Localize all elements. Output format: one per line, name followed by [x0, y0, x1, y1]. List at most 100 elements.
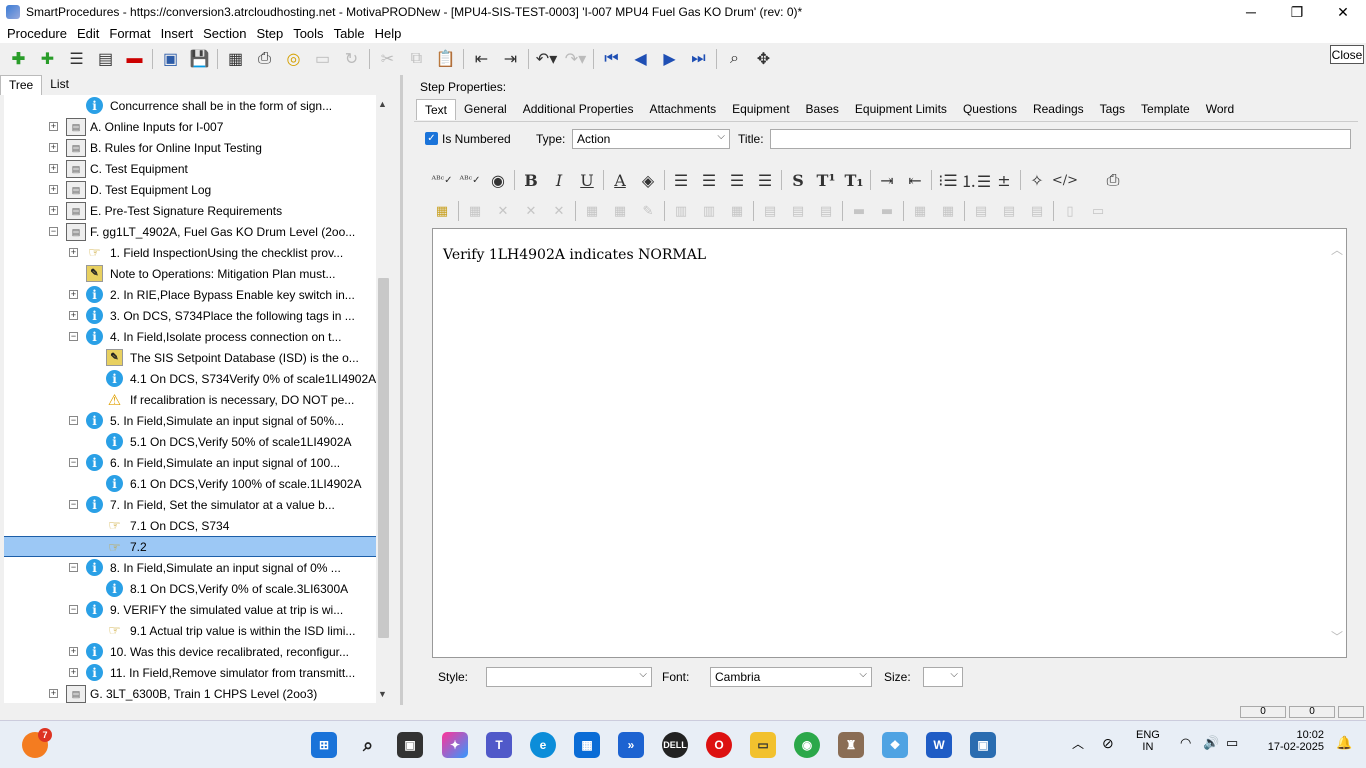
tab-text[interactable]: Text	[416, 99, 457, 120]
list-detail-icon[interactable]: ▤	[91, 46, 120, 72]
merge-rows-icon[interactable]: ▬	[845, 198, 873, 224]
volume-icon[interactable]: 🔊	[1203, 735, 1219, 751]
first-icon[interactable]: ⏮	[597, 46, 626, 72]
insert-symbol-icon[interactable]: ±	[990, 167, 1018, 193]
battery-icon[interactable]: ▭	[1226, 735, 1238, 751]
tree-node[interactable]: − i 6. In Field,Simulate an input signal o…	[4, 452, 376, 473]
tree-node[interactable]: ✎ Note to Operations: Mitigation Plan mus…	[4, 263, 376, 284]
tab-bases[interactable]: Bases	[798, 99, 847, 120]
insert-row-above-icon[interactable]: ▤	[756, 198, 784, 224]
list-icon[interactable]: ☰	[62, 46, 91, 72]
tree-node[interactable]: + ▤ C. Test Equipment	[4, 158, 376, 179]
increase-indent-icon[interactable]: ⇥	[873, 167, 901, 193]
collapse-icon[interactable]: −	[69, 416, 78, 425]
valign-middle-icon[interactable]: ▤	[995, 198, 1023, 224]
previous-icon[interactable]: ◀	[626, 46, 655, 72]
tree-node[interactable]: ☞ 7.2	[4, 536, 376, 557]
expand-icon[interactable]: +	[69, 311, 78, 320]
language-indicator[interactable]: ENG IN	[1136, 729, 1160, 753]
expand-icon[interactable]: +	[49, 206, 58, 215]
scroll-up-icon[interactable]: ▲	[378, 99, 387, 109]
file-explorer-icon[interactable]: ▭	[750, 732, 776, 758]
decrease-indent-icon[interactable]: ⇤	[901, 167, 929, 193]
magic-wand-icon[interactable]: ✧	[1023, 167, 1051, 193]
tree-node[interactable]: + i 10. Was this device recalibrated, reco…	[4, 641, 376, 662]
tree-node[interactable]: − i 8. In Field,Simulate an input signal o…	[4, 557, 376, 578]
italic-icon[interactable]: I	[545, 167, 573, 193]
tree-node[interactable]: − i 5. In Field,Simulate an input signal o…	[4, 410, 376, 431]
tab-general[interactable]: General	[456, 99, 515, 120]
close-button[interactable]: Close	[1330, 45, 1364, 64]
tree-node[interactable]: i 4.1 On DCS, S734Verify 0% of scale1LI49…	[4, 368, 376, 389]
title-input[interactable]	[770, 129, 1351, 149]
row-height-icon[interactable]: ▭	[1084, 198, 1112, 224]
size-select[interactable]: ⌵	[923, 667, 963, 687]
align-center-icon[interactable]: ☰	[695, 167, 723, 193]
strikethrough-icon[interactable]: S	[784, 167, 812, 193]
store-icon[interactable]: ▦	[574, 732, 600, 758]
copilot-icon[interactable]: ✦	[442, 732, 468, 758]
scroll-up-icon[interactable]: ︿	[1331, 241, 1343, 258]
collapse-icon[interactable]: −	[69, 605, 78, 614]
tree-scrollbar[interactable]: ▲ ▼	[376, 95, 391, 703]
menu-table[interactable]: Table	[329, 26, 370, 41]
scroll-down-icon[interactable]: ﹀	[1331, 628, 1343, 645]
add-icon[interactable]: ✚	[4, 46, 33, 72]
link-icon[interactable]: ◎	[279, 46, 308, 72]
export-icon[interactable]: ▦	[221, 46, 250, 72]
tree-node[interactable]: i 5.1 On DCS,Verify 50% of scale1LI4902A	[4, 431, 376, 452]
print-preview-icon[interactable]: ⎙	[1099, 167, 1127, 193]
redo-icon[interactable]: ↷▾	[561, 46, 590, 72]
save-icon[interactable]: 💾	[185, 46, 214, 72]
menu-procedure[interactable]: Procedure	[2, 26, 72, 41]
remote-desktop-icon[interactable]: ▣	[970, 732, 996, 758]
delete-row-icon[interactable]: ✕	[517, 198, 545, 224]
edge-icon[interactable]: e	[530, 732, 556, 758]
tab-list[interactable]: List	[42, 75, 77, 95]
collapse-icon[interactable]: −	[69, 563, 78, 572]
align-right-icon[interactable]: ☰	[723, 167, 751, 193]
expand-icon[interactable]: +	[69, 668, 78, 677]
type-select[interactable]: Action ⌵	[572, 129, 730, 149]
menu-tools[interactable]: Tools	[288, 26, 328, 41]
insert-table-icon[interactable]: ▦	[428, 198, 456, 224]
tree-node[interactable]: − ▤ F. gg1LT_4902A, Fuel Gas KO Drum Level…	[4, 221, 376, 242]
numbered-list-icon[interactable]: ⒈☰	[961, 167, 991, 193]
step-text[interactable]: Verify 1LH4902A indicates NORMAL	[443, 247, 706, 263]
tab-tree[interactable]: Tree	[0, 75, 43, 95]
delete-table-icon[interactable]: ✕	[489, 198, 517, 224]
menu-edit[interactable]: Edit	[72, 26, 104, 41]
undo-icon[interactable]: ↶▾	[532, 46, 561, 72]
cell-props-icon[interactable]: ▦	[578, 198, 606, 224]
tab-template[interactable]: Template	[1133, 99, 1198, 120]
menu-insert[interactable]: Insert	[156, 26, 199, 41]
print-icon[interactable]: ⎙	[250, 46, 279, 72]
tree-node[interactable]: ☞ 9.1 Actual trip value is within the ISD…	[4, 620, 376, 641]
search-icon[interactable]: ⌕	[355, 732, 381, 758]
tree-node[interactable]: − i 4. In Field,Isolate process connection…	[4, 326, 376, 347]
step-text-editor[interactable]: Verify 1LH4902A indicates NORMAL ︿ ﹀	[432, 228, 1347, 658]
menu-format[interactable]: Format	[104, 26, 155, 41]
tree-node[interactable]: − i 9. VERIFY the simulated value at trip …	[4, 599, 376, 620]
network-vpn-icon[interactable]: ⊘	[1102, 735, 1114, 752]
tab-tags[interactable]: Tags	[1092, 99, 1133, 120]
maximize-button[interactable]: ❐	[1274, 0, 1320, 24]
tree-node[interactable]: + i 3. On DCS, S734Place the following tag…	[4, 305, 376, 326]
image-icon[interactable]: ▭	[308, 46, 337, 72]
notifications-icon[interactable]: 🔔	[1336, 735, 1352, 751]
delete-col-icon[interactable]: ✕	[545, 198, 573, 224]
valign-top-icon[interactable]: ▤	[967, 198, 995, 224]
expand-icon[interactable]: +	[49, 164, 58, 173]
merge-icon[interactable]: ▦	[606, 198, 634, 224]
last-icon[interactable]: ⏭	[684, 46, 713, 72]
copy-icon[interactable]: ⧉	[402, 46, 431, 72]
expand-icon[interactable]: +	[69, 647, 78, 656]
html-code-icon[interactable]: </>	[1051, 167, 1079, 193]
refresh-icon[interactable]: ↻	[337, 46, 366, 72]
split-rows-icon[interactable]: ▬	[873, 198, 901, 224]
tab-attachments[interactable]: Attachments	[641, 99, 724, 120]
tree-node[interactable]: i 6.1 On DCS,Verify 100% of scale.1LI4902…	[4, 473, 376, 494]
menu-section[interactable]: Section	[198, 26, 251, 41]
tree-node[interactable]: + ▤ G. 3LT_6300B, Train 1 CHPS Level (2oo3…	[4, 683, 376, 703]
insert-row-below-icon[interactable]: ▤	[784, 198, 812, 224]
